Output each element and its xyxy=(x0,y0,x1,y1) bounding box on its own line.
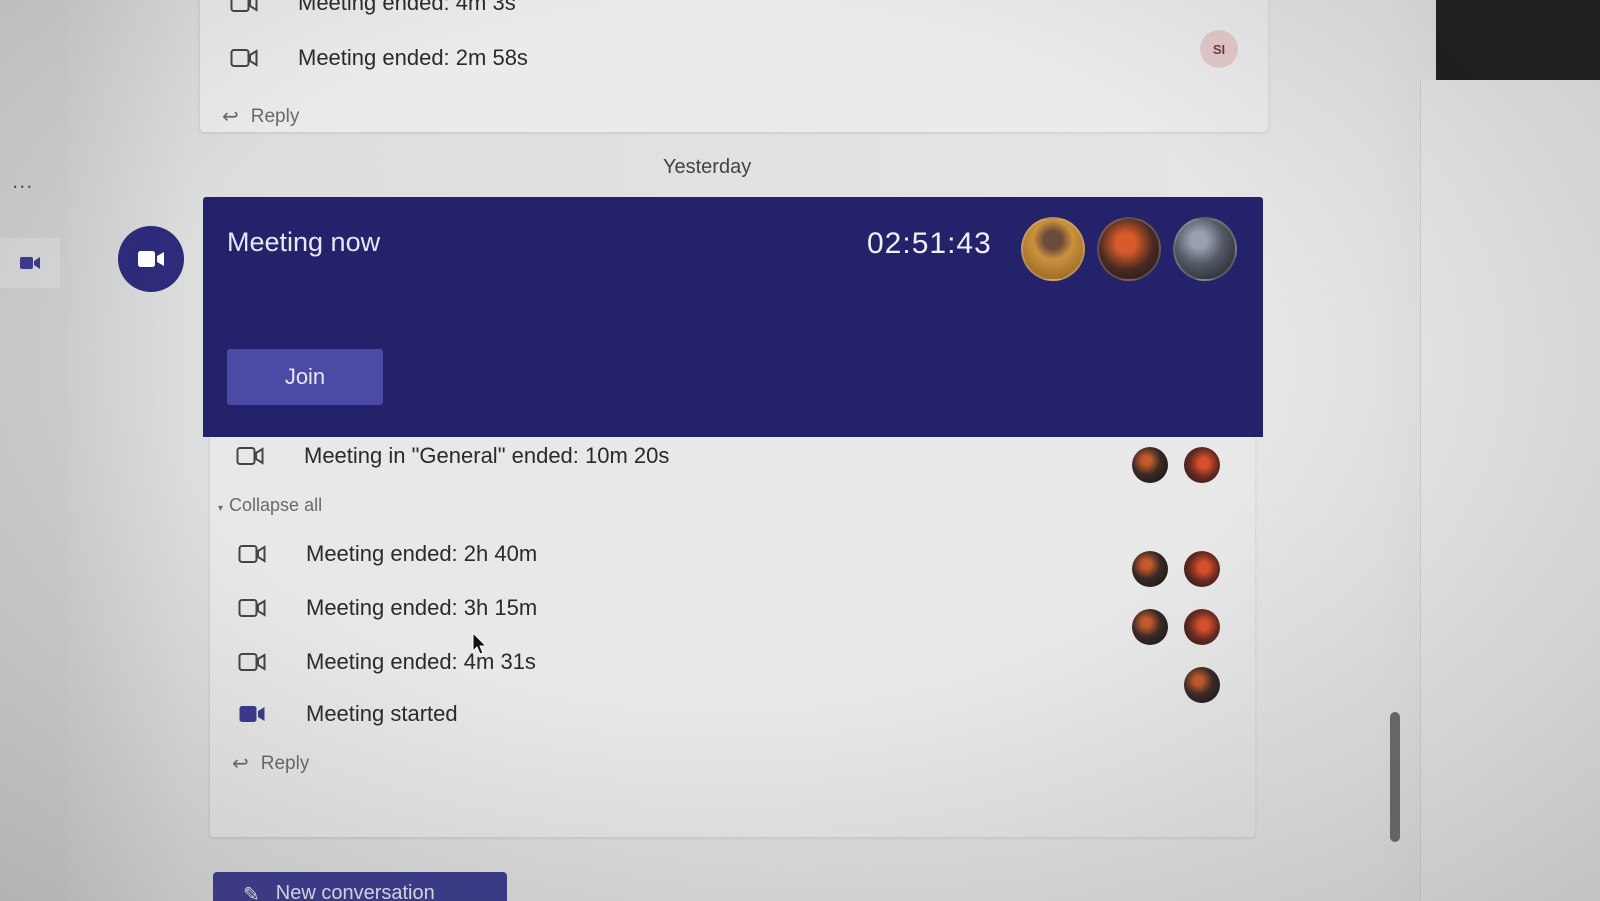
new-conversation-button[interactable]: ✎ New conversation xyxy=(213,872,507,901)
list-item[interactable]: Meeting ended: 4m 3s xyxy=(230,0,516,16)
participant-avatar[interactable] xyxy=(1184,667,1220,703)
new-conversation-label: New conversation xyxy=(275,882,435,901)
list-item[interactable]: Meeting in "General" ended: 10m 20s xyxy=(236,443,669,469)
compose-icon: ✎ xyxy=(243,884,260,901)
video-camera-icon xyxy=(20,257,40,269)
list-item[interactable]: Meeting ended: 2m 58s xyxy=(230,45,528,71)
app-rail: ... xyxy=(0,0,68,901)
reply-button[interactable]: ↩ Reply xyxy=(222,104,299,129)
reply-label: Reply xyxy=(250,105,300,127)
reply-label: Reply xyxy=(260,752,310,774)
meeting-avatar xyxy=(118,226,184,292)
more-options-icon[interactable]: ... xyxy=(12,168,33,194)
participant-avatar[interactable] xyxy=(1132,551,1168,587)
meeting-timer: 02:51:43 xyxy=(867,227,992,260)
video-outline-icon xyxy=(238,545,266,563)
video-camera-icon xyxy=(138,251,164,267)
scrollbar[interactable] xyxy=(1390,712,1400,842)
video-filled-icon xyxy=(239,706,265,722)
participant-avatar[interactable] xyxy=(1021,217,1085,281)
collapse-all-toggle[interactable]: ▾ Collapse all xyxy=(218,495,322,516)
date-separator: Yesterday xyxy=(663,156,752,178)
meeting-title: Meeting now xyxy=(227,227,381,257)
meeting-ended-text: Meeting ended: 4m 31s xyxy=(306,649,536,674)
meeting-now-banner: Meeting now 02:51:43 Join xyxy=(203,197,1263,437)
meeting-ended-text: Meeting ended: 4m 3s xyxy=(298,0,516,15)
participant-avatar[interactable] xyxy=(1184,551,1220,587)
list-item[interactable]: Meeting ended: 2h 40m xyxy=(238,541,537,567)
collapse-all-label: Collapse all xyxy=(229,495,323,515)
background-window xyxy=(1436,0,1600,80)
reply-arrow-icon: ↩ xyxy=(232,753,249,775)
meeting-ended-text: Meeting ended: 3h 15m xyxy=(306,595,538,620)
chevron-down-icon: ▾ xyxy=(218,503,224,514)
participant-avatar[interactable] xyxy=(1132,609,1168,645)
video-outline-icon xyxy=(238,599,266,617)
list-item[interactable]: Meeting started xyxy=(238,701,458,727)
meetings-tab[interactable] xyxy=(0,238,60,288)
meeting-started-text: Meeting started xyxy=(306,701,458,726)
video-outline-icon xyxy=(238,653,266,671)
meeting-thread: Meeting in "General" ended: 10m 20s ▾ Col… xyxy=(210,437,1255,837)
video-outline-icon xyxy=(236,447,264,465)
avatar[interactable]: SI xyxy=(1200,30,1238,68)
join-button[interactable]: Join xyxy=(227,349,383,405)
list-item[interactable]: Meeting ended: 4m 31s xyxy=(238,649,536,675)
participant-avatar[interactable] xyxy=(1132,447,1168,483)
list-item[interactable]: Meeting ended: 3h 15m xyxy=(238,595,537,621)
video-outline-icon xyxy=(230,0,258,12)
side-panel xyxy=(1420,80,1600,901)
earlier-meeting-thread: Meeting ended: 4m 3s Meeting ended: 2m 5… xyxy=(200,0,1268,132)
reply-arrow-icon: ↩ xyxy=(222,106,239,128)
meeting-ended-text: Meeting in "General" ended: 10m 20s xyxy=(304,443,670,468)
video-outline-icon xyxy=(230,49,258,67)
mouse-cursor-icon xyxy=(472,632,488,655)
meeting-ended-text: Meeting ended: 2h 40m xyxy=(306,541,538,566)
participant-avatar[interactable] xyxy=(1184,609,1220,645)
meeting-ended-text: Meeting ended: 2m 58s xyxy=(298,45,528,70)
participant-avatar[interactable] xyxy=(1097,217,1161,281)
participant-avatar[interactable] xyxy=(1173,217,1237,281)
participant-avatar[interactable] xyxy=(1184,447,1220,483)
reply-button[interactable]: ↩ Reply xyxy=(232,751,309,776)
